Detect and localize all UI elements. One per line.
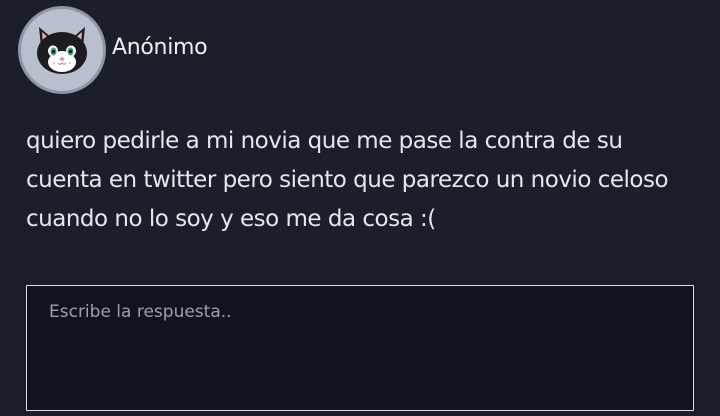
author-name: Anónimo <box>112 34 208 60</box>
avatar[interactable] <box>18 6 106 94</box>
author-row: Anónimo <box>18 6 208 94</box>
question-text: quiero pedirle a mi novia que me pase la… <box>26 128 669 232</box>
answer-area <box>0 267 720 416</box>
cat-avatar-icon <box>37 27 87 74</box>
answer-page: Anónimo quiero pedirle a mi novia que me… <box>0 0 720 416</box>
question-card: Anónimo quiero pedirle a mi novia que me… <box>0 0 720 266</box>
answer-input[interactable] <box>26 285 694 411</box>
